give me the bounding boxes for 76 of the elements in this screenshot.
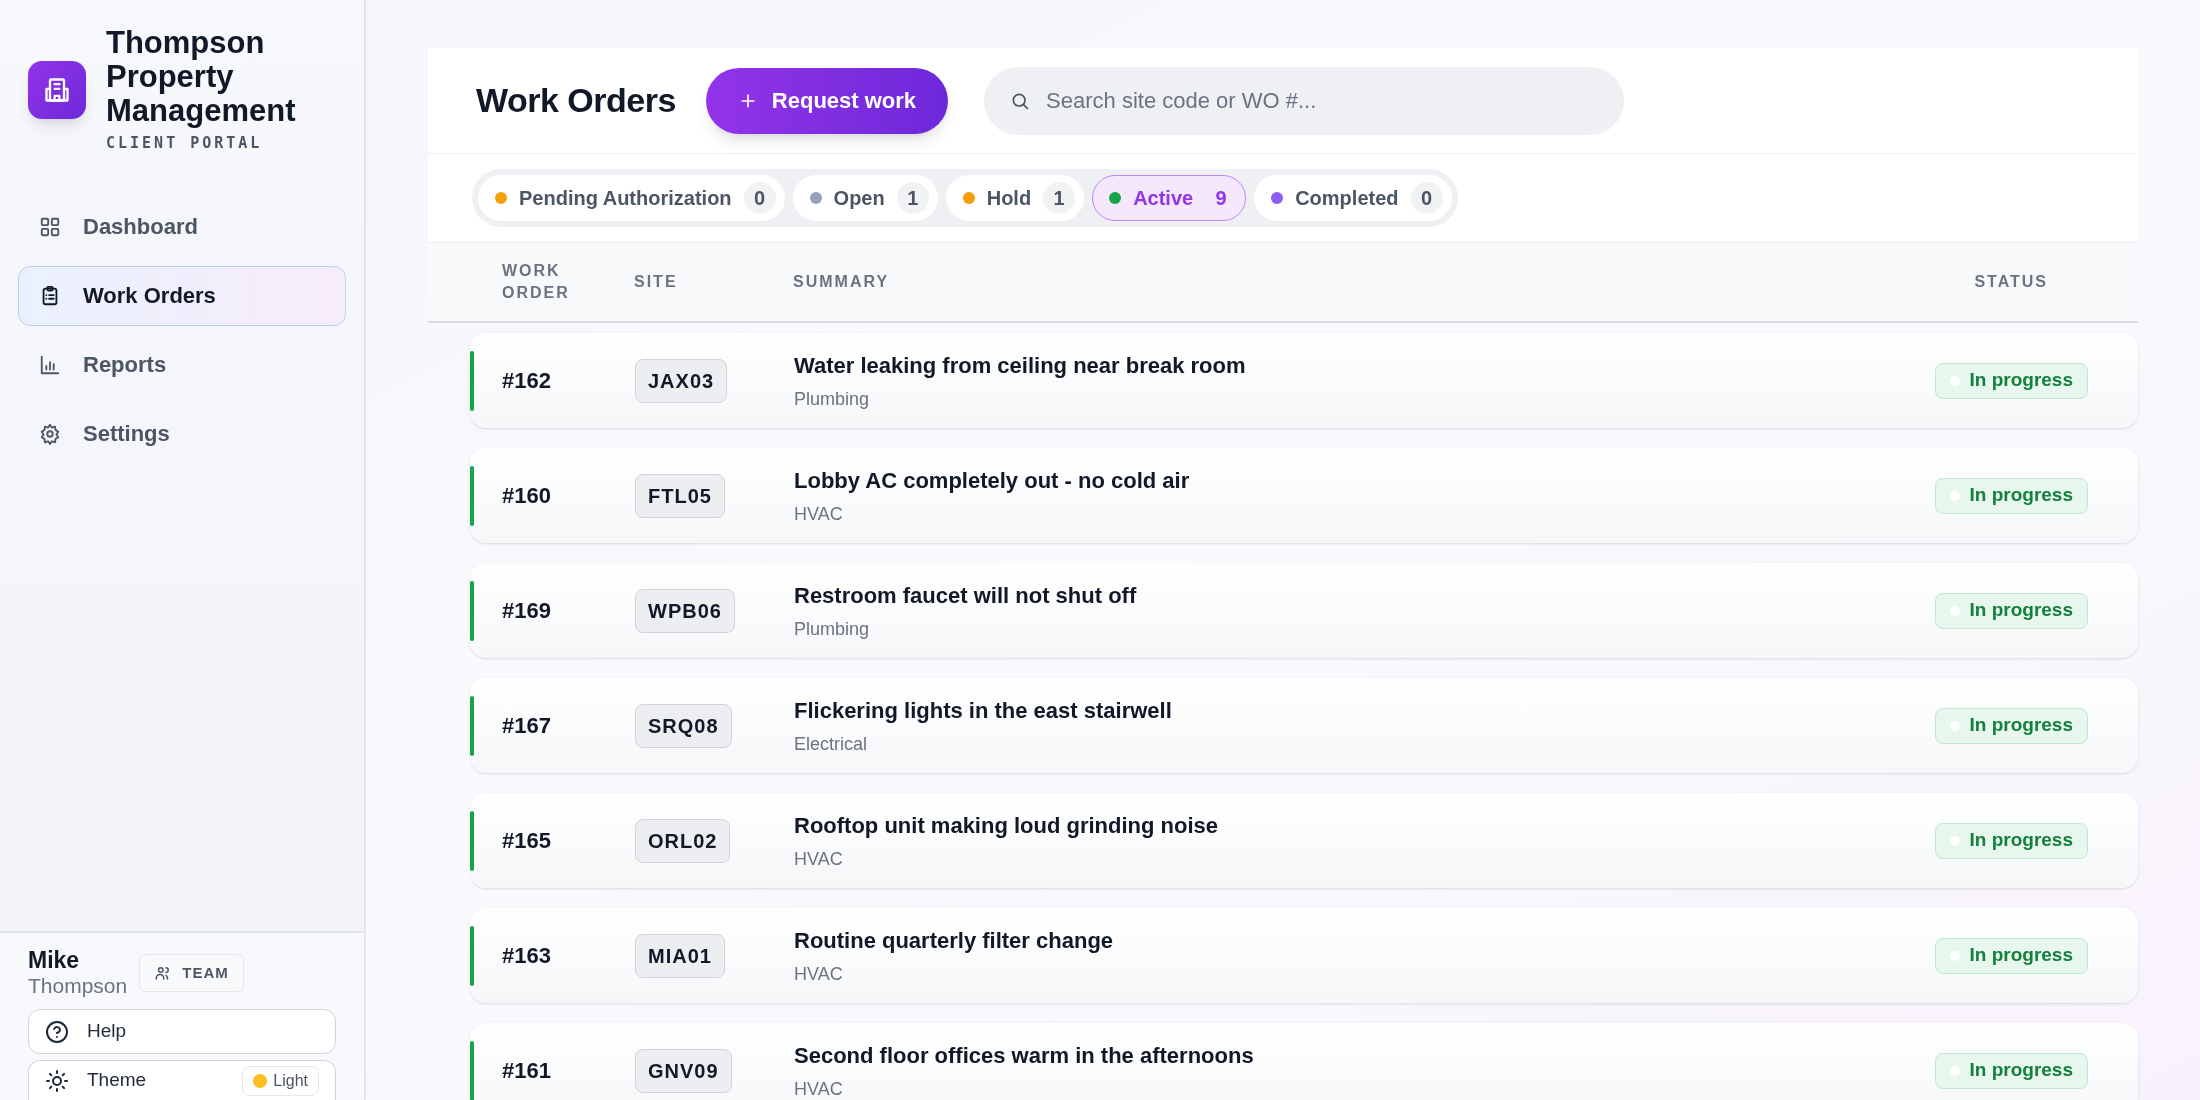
work-order-category: HVAC [794,847,844,871]
work-order-row[interactable]: #169 WPB06 Restroom faucet will not shut off Plumbing In progress [470,563,2138,658]
theme-label: Theme [87,1068,148,1093]
question-circle-icon [45,1019,69,1044]
filter-tab[interactable]: Completed 0 [1254,175,1452,221]
work-order-summary: Water leaking from ceiling near break room [794,351,1247,380]
bar-chart-icon [39,353,61,376]
work-order-number: #169 [502,597,552,625]
work-order-category: Electrical [794,732,869,756]
work-order-category: HVAC [794,502,844,526]
work-order-category: HVAC [794,962,844,986]
status-badge: In progress [1934,362,2088,399]
brand-name: Thompson Property Management [106,26,297,128]
nav-item[interactable]: Work Orders [18,265,346,326]
tab-count: 9 [1214,186,1228,211]
work-order-category: Plumbing [794,387,871,411]
column-header: SITE [634,272,679,292]
site-code: FTL05 [635,473,725,518]
work-order-summary: Lobby AC completely out - no cold air [794,466,1191,495]
work-order-summary: Routine quarterly filter change [794,926,1115,955]
work-order-summary: Restroom faucet will not shut off [794,581,1138,610]
nav-item[interactable]: Settings [18,403,346,464]
work-order-number: #167 [502,712,552,740]
work-order-number: #165 [502,827,552,855]
status-badge: In progress [1934,1052,2088,1089]
status-badge: In progress [1934,822,2088,859]
work-order-row[interactable]: #163 MIA01 Routine quarterly filter change HVAC In progress [470,908,2138,1003]
filter-tab[interactable]: Active 9 [1092,175,1247,221]
site-code: SRQ08 [635,703,732,748]
theme-toggle[interactable]: Light [242,1065,319,1096]
building-icon [43,76,71,104]
brand-subtitle: CLIENT PORTAL [106,133,264,154]
nav-item[interactable]: Reports [18,334,346,395]
site-code: JAX03 [635,358,728,403]
column-header: STATUS [1973,272,2049,292]
site-code: WPB06 [635,588,735,633]
work-order-category: HVAC [794,1077,844,1100]
request-work-button[interactable]: Request work [705,67,949,134]
tab-count: 1 [1043,182,1076,214]
work-order-number: #163 [502,942,552,970]
work-order-summary: Flickering lights in the east stairwell [794,696,1173,725]
work-order-row[interactable]: #165 ORL02 Rooftop unit making loud grinding noise HVAC In progress [470,793,2138,888]
work-order-row[interactable]: #161 GNV09 Second floor offices warm in the afternoons HVAC In progress [470,1023,2138,1100]
status-badge: In progress [1934,707,2088,744]
nav-item[interactable]: Dashboard [18,196,346,257]
tab-count: 1 [896,182,929,214]
work-order-category: Plumbing [794,617,871,641]
work-order-number: #161 [502,1057,552,1085]
work-order-summary: Second floor offices warm in the afternoons [794,1041,1255,1070]
site-code: MIA01 [635,933,725,978]
site-code: ORL02 [635,818,731,863]
column-header: WORK ORDER [502,261,571,303]
site-code: GNV09 [635,1048,732,1093]
column-header: SUMMARY [793,272,891,292]
user-last-name: Thompson [28,973,128,999]
filter-tab[interactable]: Pending Authorization 0 [478,175,785,221]
work-order-summary: Rooftop unit making loud grinding noise [794,811,1220,840]
tab-count: 0 [743,182,776,214]
work-order-number: #162 [502,367,552,395]
work-order-row[interactable]: #160 FTL05 Lobby AC completely out - no cold air HVAC In progress [470,448,2138,543]
work-order-row[interactable]: #162 JAX03 Water leaking from ceiling near break room Plumbing In progress [470,333,2138,428]
user-first-name: Mike [28,947,81,973]
status-badge: In progress [1934,937,2088,974]
page-title: Work Orders [476,80,676,121]
search-field[interactable]: Search site code or WO #... [984,66,1625,135]
work-order-row[interactable]: #167 SRQ08 Flickering lights in the east stairwell Electrical In progress [470,678,2138,773]
status-badge: In progress [1934,477,2088,514]
filter-tab[interactable]: Hold 1 [945,175,1085,221]
settings-icon [39,422,61,445]
help-button[interactable]: Help [28,1009,336,1054]
grid-icon [39,215,61,238]
status-badge: In progress [1934,592,2088,629]
tab-count: 0 [1410,182,1443,214]
work-order-number: #160 [502,482,552,510]
team-badge: TEAM [139,954,244,992]
filter-tab[interactable]: Open 1 [792,175,938,221]
